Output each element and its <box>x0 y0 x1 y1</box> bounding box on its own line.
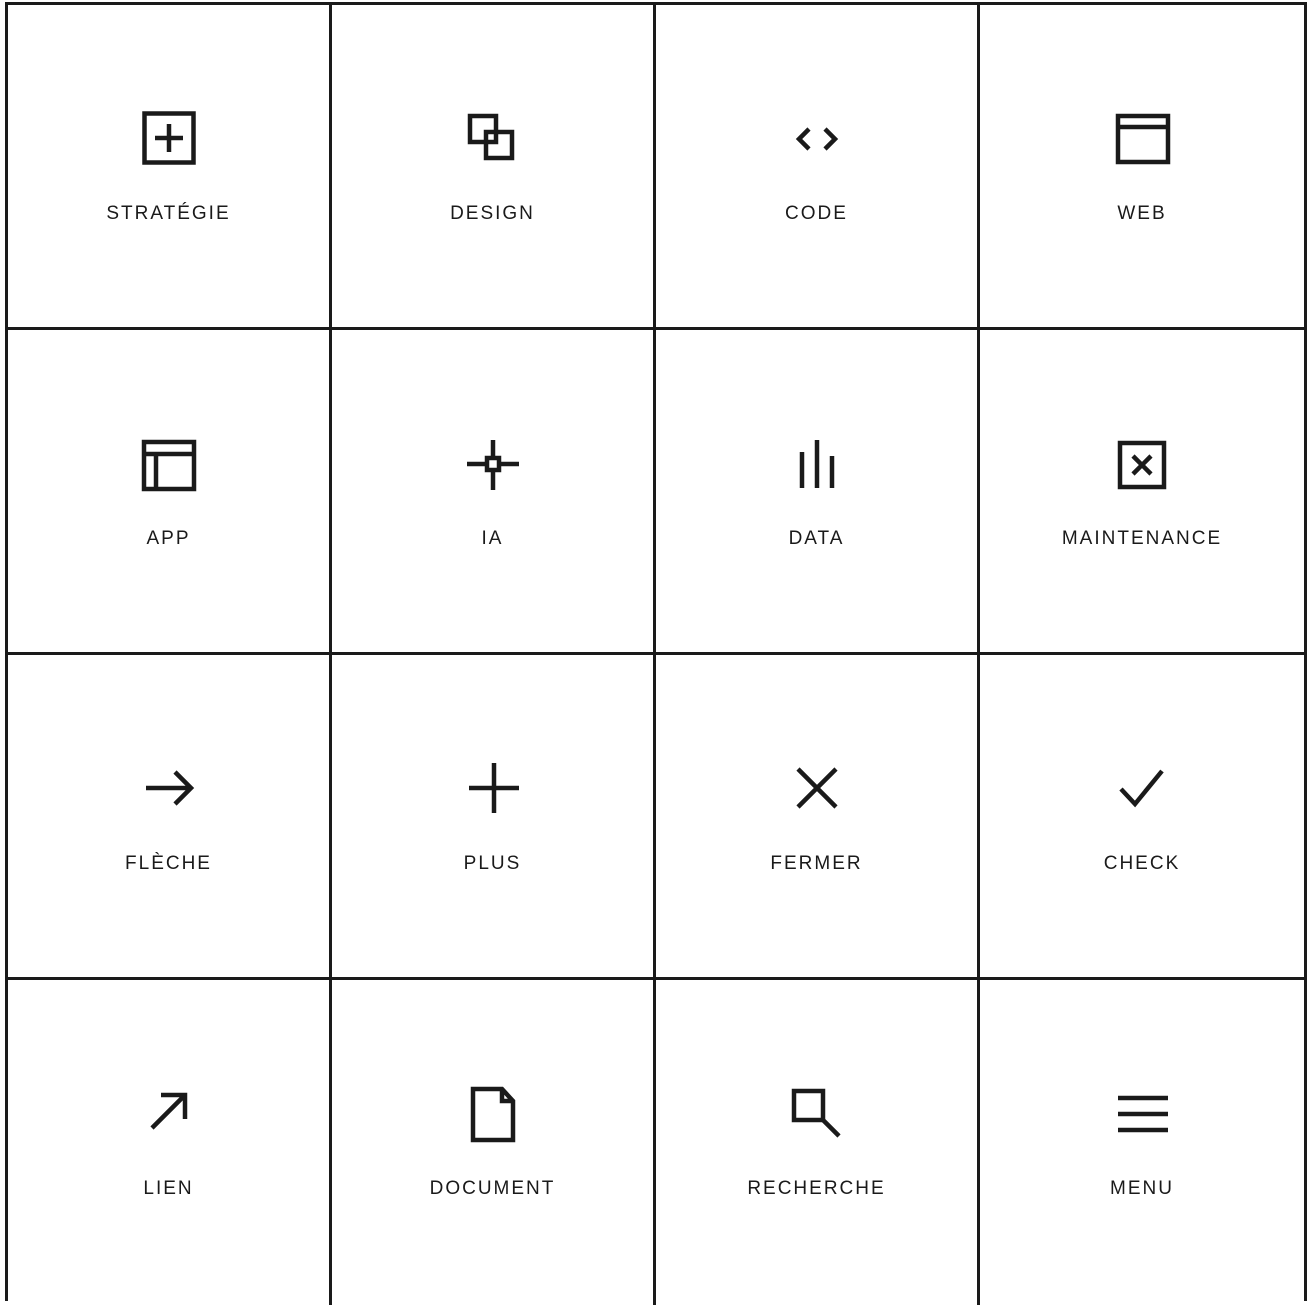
maintenance-icon <box>1112 434 1172 494</box>
tile-design[interactable]: DESIGN <box>332 5 656 330</box>
tile-fleche[interactable]: FLÈCHE <box>8 655 332 980</box>
menu-icon <box>1112 1084 1172 1144</box>
tile-strategie[interactable]: STRATÉGIE <box>8 5 332 330</box>
document-icon <box>463 1084 523 1144</box>
tile-code[interactable]: CODE <box>656 5 980 330</box>
strategy-icon <box>139 109 199 169</box>
code-icon <box>787 109 847 169</box>
tile-label: WEB <box>1117 203 1167 224</box>
tile-recherche[interactable]: RECHERCHE <box>656 980 980 1305</box>
web-icon <box>1112 109 1172 169</box>
tile-label: MENU <box>1110 1178 1174 1199</box>
plus-icon <box>463 759 523 819</box>
tile-check[interactable]: CHECK <box>980 655 1304 980</box>
tile-menu[interactable]: MENU <box>980 980 1304 1305</box>
tile-label: RECHERCHE <box>747 1178 886 1199</box>
tile-fermer[interactable]: FERMER <box>656 655 980 980</box>
tile-web[interactable]: WEB <box>980 5 1304 330</box>
tile-label: LIEN <box>143 1178 194 1199</box>
tile-document[interactable]: DOCUMENT <box>332 980 656 1305</box>
arrow-right-icon <box>139 759 199 819</box>
tile-label: APP <box>146 528 191 549</box>
link-arrow-icon <box>139 1084 199 1144</box>
tile-app[interactable]: APP <box>8 330 332 655</box>
data-icon <box>787 434 847 494</box>
tile-lien[interactable]: LIEN <box>8 980 332 1305</box>
ai-icon <box>463 434 523 494</box>
tile-label: CHECK <box>1103 853 1181 874</box>
search-icon <box>787 1084 847 1144</box>
tile-label: IA <box>481 528 504 549</box>
app-icon <box>139 434 199 494</box>
tile-label: CODE <box>785 203 848 224</box>
tile-label: DESIGN <box>450 203 535 224</box>
tile-label: MAINTENANCE <box>1061 528 1223 549</box>
tile-label: FERMER <box>770 853 863 874</box>
design-icon <box>463 109 523 169</box>
tile-data[interactable]: DATA <box>656 330 980 655</box>
close-icon <box>787 759 847 819</box>
tile-label: STRATÉGIE <box>106 203 231 224</box>
tile-label: DATA <box>788 528 845 549</box>
tile-maintenance[interactable]: MAINTENANCE <box>980 330 1304 655</box>
check-icon <box>1112 759 1172 819</box>
tile-label: FLÈCHE <box>125 853 212 874</box>
tile-label: PLUS <box>463 853 522 874</box>
icon-grid: STRATÉGIE DESIGN CODE WEB APP IA DATA MA… <box>5 2 1307 1305</box>
tile-plus[interactable]: PLUS <box>332 655 656 980</box>
tile-label: DOCUMENT <box>429 1178 556 1199</box>
tile-ia[interactable]: IA <box>332 330 656 655</box>
